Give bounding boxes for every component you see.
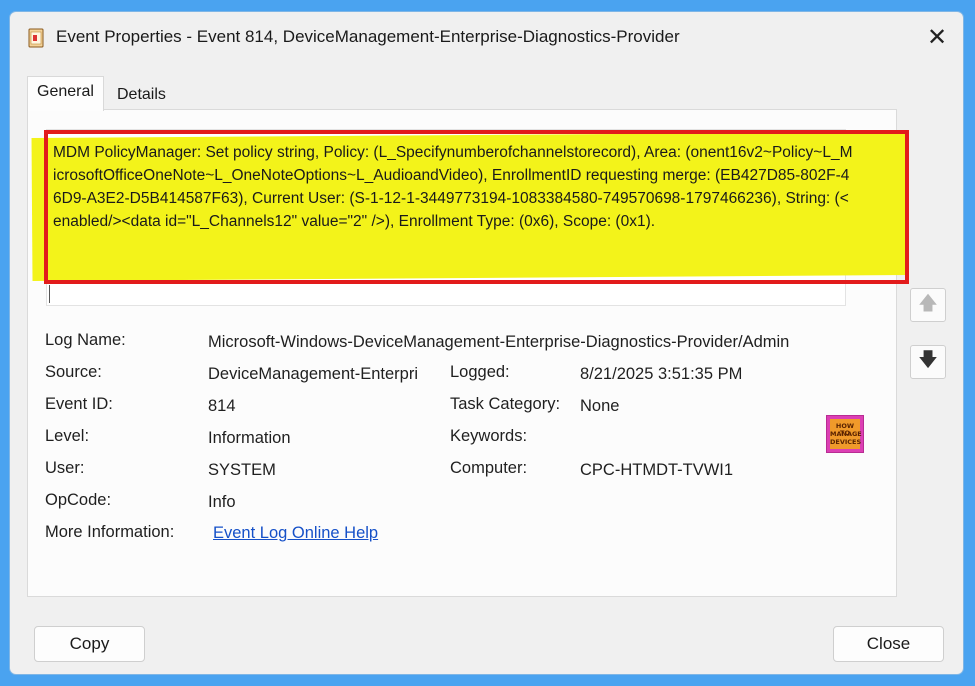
arrow-down-icon[interactable]: 🡇 xyxy=(910,345,946,379)
source-label: Source: xyxy=(45,363,102,381)
tab-details[interactable]: Details xyxy=(108,80,175,114)
event-description: MDM PolicyManager: Set policy string, Po… xyxy=(53,144,853,230)
event-id-label: Event ID: xyxy=(45,395,113,413)
text-caret xyxy=(49,285,50,303)
level-value: Information xyxy=(208,429,291,447)
opcode-label: OpCode: xyxy=(45,491,112,509)
close-button[interactable]: Close xyxy=(833,626,944,662)
user-value: SYSTEM xyxy=(208,461,276,479)
task-category-value: None xyxy=(580,397,620,415)
event-id-value: 814 xyxy=(208,397,236,415)
window-title: Event Properties - Event 814, DeviceMana… xyxy=(56,27,680,46)
level-label: Level: xyxy=(45,427,90,445)
tab-general[interactable]: General xyxy=(27,76,104,111)
user-label: User: xyxy=(45,459,85,477)
log-name-value: Microsoft-Windows-DeviceManagement-Enter… xyxy=(208,333,790,351)
htmd-logo: HOW TO MANAGE DEVICES xyxy=(826,415,864,453)
copy-button[interactable]: Copy xyxy=(34,626,145,662)
opcode-value: Info xyxy=(208,493,236,511)
arrow-up-icon[interactable]: 🡅 xyxy=(910,288,946,322)
logged-label: Logged: xyxy=(450,363,510,381)
keywords-label: Keywords: xyxy=(450,427,528,445)
logo-inner: HOW TO MANAGE DEVICES xyxy=(830,419,862,449)
computer-label: Computer: xyxy=(450,459,528,477)
log-name-label: Log Name: xyxy=(45,331,126,349)
event-viewer-icon xyxy=(28,28,44,48)
logo-line-3: DEVICES xyxy=(830,438,862,446)
event-properties-window: Event Properties - Event 814, DeviceMana… xyxy=(10,12,963,674)
task-category-label: Task Category: xyxy=(450,395,561,413)
more-information-label: More Information: xyxy=(45,523,175,541)
logged-value: 8/21/2025 3:51:35 PM xyxy=(580,365,743,383)
close-icon[interactable]: ✕ xyxy=(920,22,954,54)
logo-line-2: MANAGE xyxy=(830,430,862,438)
source-value: DeviceManagement-Enterpri xyxy=(208,365,419,383)
event-log-online-help-link[interactable]: Event Log Online Help xyxy=(213,524,378,543)
computer-value: CPC-HTMDT-TVWI1 xyxy=(580,461,734,479)
title-bar: Event Properties - Event 814, DeviceMana… xyxy=(10,12,963,64)
